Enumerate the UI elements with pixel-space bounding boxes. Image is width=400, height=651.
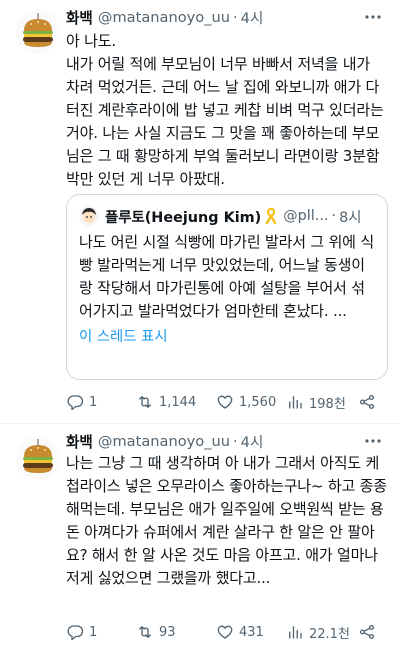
retweet-count: 93 <box>159 624 176 640</box>
heart-icon <box>217 395 233 409</box>
author-handle[interactable]: @matananoyo_uu <box>98 9 230 26</box>
share-icon <box>359 394 375 410</box>
tweet-text: 아 나도. 내가 어릴 적에 부모님이 너무 바빠서 저녁을 내가 차려 먹었거… <box>66 32 384 188</box>
separator-dot: · <box>331 208 337 224</box>
reply-icon <box>67 625 84 641</box>
timestamp[interactable]: 4시 <box>241 431 264 452</box>
burger-avatar-icon <box>16 10 60 54</box>
heart-icon <box>217 625 233 639</box>
reply-count: 1 <box>89 624 98 640</box>
quote-text: 나도 어린 시절 식빵에 마가린 발라서 그 위에 식빵 발라먹는게 너무 맛있… <box>79 233 374 320</box>
more-horizontal-icon[interactable] <box>362 6 384 28</box>
analytics-icon <box>289 396 302 409</box>
quote-avatar <box>79 206 99 226</box>
tweet-actions: 1 1,144 1,560 198천 <box>66 390 388 414</box>
burger-avatar-icon <box>16 436 60 480</box>
views-button[interactable]: 198천 <box>286 393 346 412</box>
tweet-header: 화백 @matananoyo_uu · 4시 <box>66 430 384 452</box>
tweet-header: 화백 @matananoyo_uu · 4시 <box>66 6 384 28</box>
like-count: 1,560 <box>239 394 277 410</box>
views-button[interactable]: 22.1천 <box>286 623 350 642</box>
tweet[interactable]: 화백 @matananoyo_uu · 4시 나는 그냥 그 때 생각하며 아 … <box>0 424 400 651</box>
retweet-button[interactable]: 1,144 <box>136 393 196 411</box>
avatar[interactable] <box>16 10 60 54</box>
author-name[interactable]: 화백 <box>66 7 93 28</box>
quote-author-name: 플루토(Heejung Kim) <box>105 209 262 226</box>
separator-dot: · <box>233 432 238 450</box>
retweet-icon <box>139 626 151 638</box>
like-button[interactable]: 1,560 <box>216 393 276 411</box>
author-handle[interactable]: @matananoyo_uu <box>98 433 230 450</box>
like-count: 431 <box>239 624 264 640</box>
like-button[interactable]: 431 <box>216 623 264 641</box>
reply-button[interactable]: 1 <box>66 623 97 641</box>
quote-author-handle: @pll... <box>283 208 329 224</box>
yellow-ribbon-icon <box>266 207 277 225</box>
cartoon-avatar-icon <box>79 206 99 226</box>
share-icon <box>359 624 375 640</box>
reply-count: 1 <box>89 394 98 410</box>
tweet[interactable]: 화백 @matananoyo_uu · 4시 아 나도. 내가 어릴 적에 부모… <box>0 0 400 424</box>
author-name[interactable]: 화백 <box>66 431 93 452</box>
avatar[interactable] <box>16 436 60 480</box>
quote-tweet[interactable]: 플루토(Heejung Kim) @pll... · 8시 나도 어린 시절 식… <box>66 194 388 380</box>
quote-header: 플루토(Heejung Kim) @pll... · 8시 <box>79 205 375 227</box>
more-horizontal-icon[interactable] <box>362 430 384 452</box>
reply-icon <box>67 395 84 411</box>
share-button[interactable] <box>358 623 376 641</box>
tweet-text: 나는 그냥 그 때 생각하며 아 내가 그래서 아직도 케첩라이스 넣은 오무라… <box>66 454 387 587</box>
retweet-button[interactable]: 93 <box>136 623 176 641</box>
separator-dot: · <box>233 8 238 26</box>
timestamp[interactable]: 4시 <box>241 7 264 28</box>
quote-timestamp: 8시 <box>339 209 362 226</box>
share-button[interactable] <box>358 393 376 411</box>
analytics-icon <box>289 626 302 639</box>
tweet-actions: 1 93 431 22.1천 <box>66 620 388 644</box>
view-count: 22.1천 <box>309 626 350 642</box>
retweet-count: 1,144 <box>159 394 197 410</box>
retweet-icon <box>139 396 151 408</box>
view-count: 198천 <box>309 396 346 412</box>
show-thread-link[interactable]: 이 스레드 표시 <box>79 325 375 346</box>
reply-button[interactable]: 1 <box>66 393 97 411</box>
